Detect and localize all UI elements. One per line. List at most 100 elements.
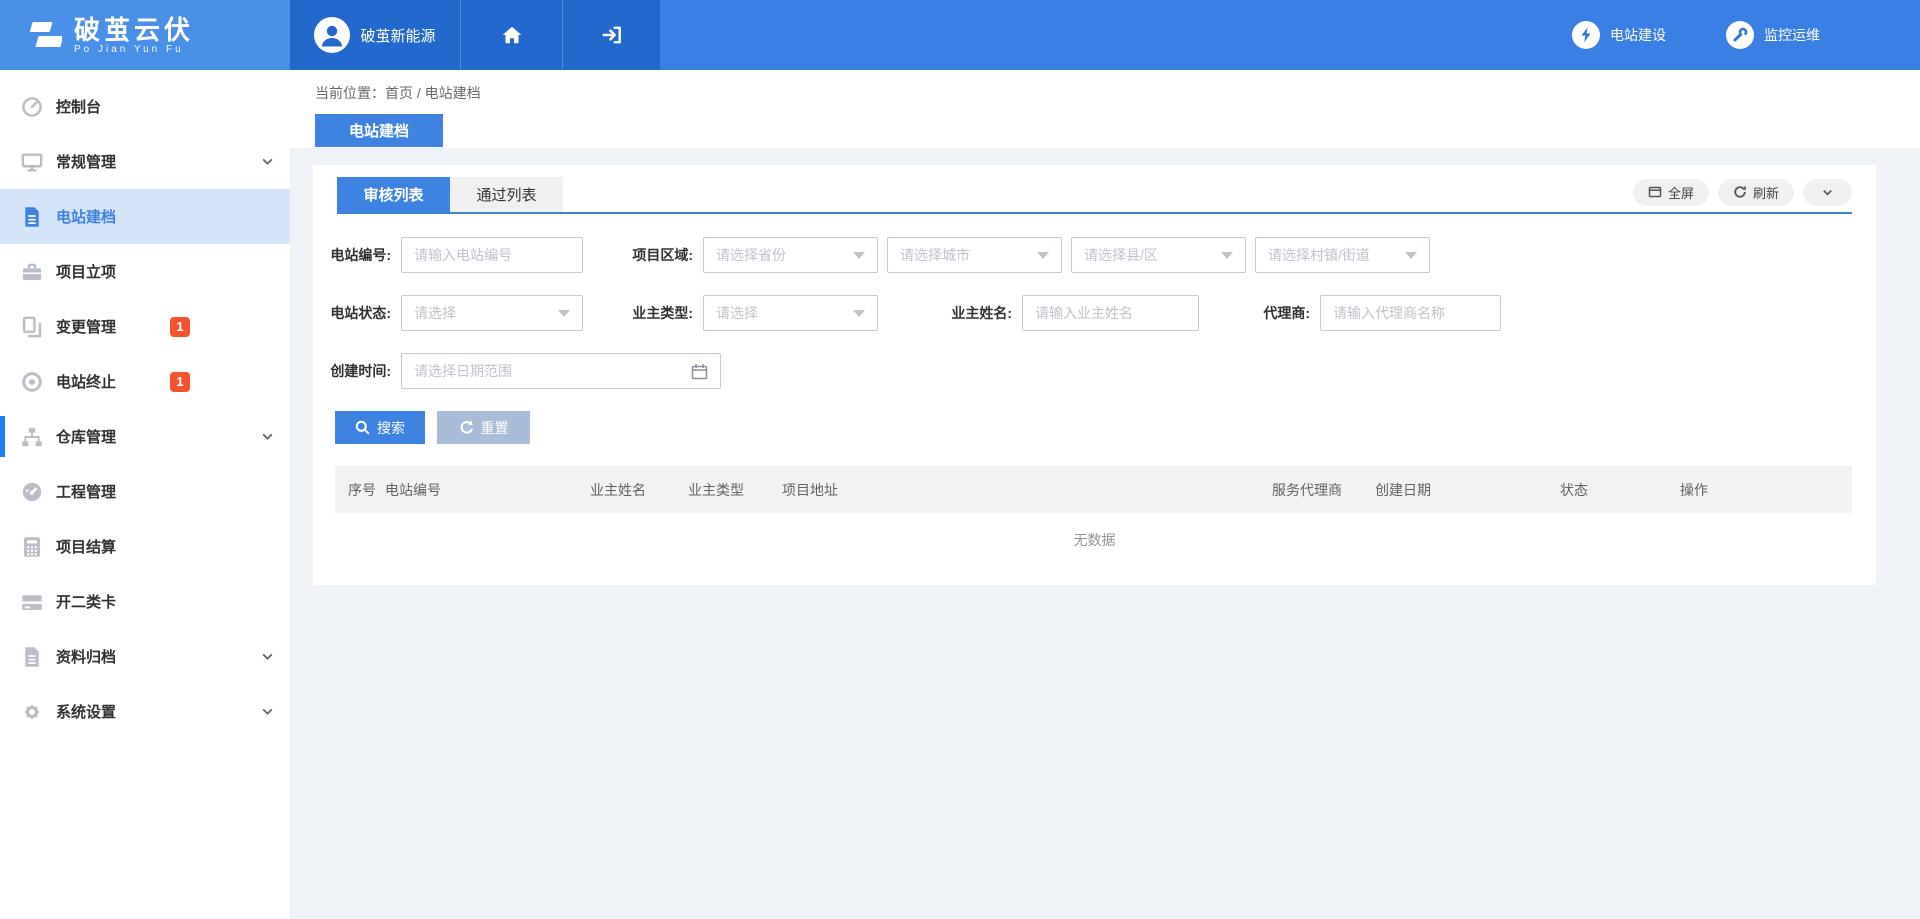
calendar-icon	[691, 363, 708, 380]
brand-subtitle: Po Jian Yun Fu	[74, 44, 194, 55]
monitor-icon	[20, 150, 44, 174]
col-created-date: 创建日期	[1375, 480, 1560, 500]
table-header: 序号 电站编号 业主姓名 业主类型 项目地址 服务代理商 创建日期 状态 操作	[335, 466, 1852, 513]
empty-state: 无数据	[313, 513, 1876, 550]
caret-down-icon	[1405, 252, 1417, 259]
refresh-icon	[1733, 185, 1747, 199]
date-range-input[interactable]	[414, 363, 691, 379]
wrench-icon	[1726, 21, 1754, 49]
station-status-label: 电站状态:	[313, 303, 401, 323]
target-icon	[20, 370, 44, 394]
fullscreen-button[interactable]: 全屏	[1633, 179, 1709, 206]
sidebar-item-open-class2-card[interactable]: 开二类卡	[0, 574, 290, 629]
login-arrow-icon	[601, 25, 623, 45]
agent-input[interactable]	[1320, 295, 1501, 331]
chevron-down-icon	[261, 430, 274, 443]
document-icon	[20, 205, 44, 229]
col-service-agent: 服务代理商	[1272, 480, 1375, 500]
reset-button[interactable]: 重置	[437, 411, 530, 444]
agent-label: 代理商:	[1199, 303, 1320, 323]
sidebar-item-station-terminate[interactable]: 电站终止 1	[0, 354, 290, 409]
col-status: 状态	[1560, 480, 1680, 500]
lightning-icon	[1572, 21, 1600, 49]
change-mgmt-badge: 1	[170, 317, 190, 337]
created-time-label: 创建时间:	[313, 361, 401, 381]
sidebar-item-system-settings[interactable]: 系统设置	[0, 684, 290, 739]
col-project-address: 项目地址	[782, 480, 1272, 500]
caret-down-icon	[853, 252, 865, 259]
refresh-button[interactable]: 刷新	[1718, 179, 1794, 206]
chevron-down-icon	[261, 705, 274, 718]
home-button[interactable]	[460, 0, 562, 70]
briefcase-icon	[20, 260, 44, 284]
reset-icon	[459, 420, 474, 435]
col-owner-name: 业主姓名	[590, 480, 688, 500]
chevron-down-icon	[1821, 186, 1834, 199]
town-select[interactable]: 请选择村镇/街道	[1255, 237, 1430, 273]
sidebar-item-project-settlement[interactable]: 项目结算	[0, 519, 290, 574]
sitemap-icon	[20, 425, 44, 449]
page-tab-station-archive[interactable]: 电站建档	[315, 114, 443, 147]
chevron-down-icon	[261, 155, 274, 168]
user-menu[interactable]: 破茧新能源	[290, 0, 460, 70]
col-station-no: 电站编号	[385, 480, 590, 500]
archive-icon	[20, 645, 44, 669]
nav-station-build-label: 电站建设	[1610, 25, 1666, 45]
region-label: 项目区域:	[583, 245, 703, 265]
search-icon	[355, 420, 370, 435]
owner-type-select[interactable]: 请选择	[703, 295, 878, 331]
sidebar-item-general-mgmt[interactable]: 常规管理	[0, 134, 290, 189]
chevron-down-icon	[261, 650, 274, 663]
breadcrumb: 当前位置：首页 / 电站建档	[315, 70, 1920, 103]
col-seq: 序号	[348, 480, 385, 500]
owner-type-label: 业主类型:	[583, 303, 703, 323]
logout-button[interactable]	[562, 0, 660, 70]
station-no-input[interactable]	[401, 237, 583, 273]
card-icon	[20, 590, 44, 614]
tab-passed-list[interactable]: 通过列表	[450, 177, 563, 212]
sidebar-item-station-archive[interactable]: 电站建档	[0, 189, 290, 244]
sidebar-item-change-mgmt[interactable]: 变更管理 1	[0, 299, 290, 354]
owner-name-input[interactable]	[1022, 295, 1199, 331]
station-status-select[interactable]: 请选择	[401, 295, 583, 331]
sidebar: 控制台 常规管理 电站建档 项目立项 变更	[0, 70, 290, 919]
gear-icon	[20, 700, 44, 724]
search-button[interactable]: 搜索	[335, 411, 425, 444]
date-range-picker[interactable]	[401, 353, 721, 389]
brand-title: 破茧云伏	[74, 16, 194, 44]
dashboard-icon	[20, 95, 44, 119]
calculator-icon	[20, 535, 44, 559]
nav-station-build[interactable]: 电站建设	[1572, 21, 1666, 49]
tab-audit-list[interactable]: 审核列表	[337, 177, 450, 212]
breadcrumb-path: 首页 / 电站建档	[385, 85, 481, 101]
org-name: 破茧新能源	[360, 25, 435, 46]
gauge-icon	[20, 480, 44, 504]
list-panel: 审核列表 通过列表 全屏 刷新 电站编号: 项目区域:	[313, 165, 1876, 585]
owner-name-label: 业主姓名:	[887, 303, 1022, 323]
caret-down-icon	[558, 310, 570, 317]
county-select[interactable]: 请选择县/区	[1071, 237, 1246, 273]
station-terminate-badge: 1	[170, 372, 190, 392]
col-owner-type: 业主类型	[688, 480, 782, 500]
sidebar-item-data-archive[interactable]: 资料归档	[0, 629, 290, 684]
sidebar-item-engineering-mgmt[interactable]: 工程管理	[0, 464, 290, 519]
col-actions: 操作	[1680, 480, 1852, 500]
sidebar-item-project-initiation[interactable]: 项目立项	[0, 244, 290, 299]
collapse-button[interactable]	[1803, 179, 1852, 206]
home-icon	[501, 25, 523, 45]
main-content: 当前位置：首页 / 电站建档 电站建档 审核列表 通过列表 全屏 刷新	[290, 70, 1920, 919]
fullscreen-icon	[1648, 185, 1662, 199]
brand-logo-icon	[16, 17, 62, 53]
station-no-label: 电站编号:	[313, 245, 401, 265]
caret-down-icon	[1037, 252, 1049, 259]
pages-icon	[20, 315, 44, 339]
nav-monitor-ops-label: 监控运维	[1764, 25, 1820, 45]
sidebar-item-console[interactable]: 控制台	[0, 79, 290, 134]
nav-monitor-ops[interactable]: 监控运维	[1726, 21, 1820, 49]
brand-logo: 破茧云伏 Po Jian Yun Fu	[0, 0, 290, 70]
caret-down-icon	[853, 310, 865, 317]
sidebar-item-warehouse-mgmt[interactable]: 仓库管理	[0, 409, 290, 464]
app-header: 破茧云伏 Po Jian Yun Fu 破茧新能源	[0, 0, 1920, 70]
province-select[interactable]: 请选择省份	[703, 237, 878, 273]
city-select[interactable]: 请选择城市	[887, 237, 1062, 273]
